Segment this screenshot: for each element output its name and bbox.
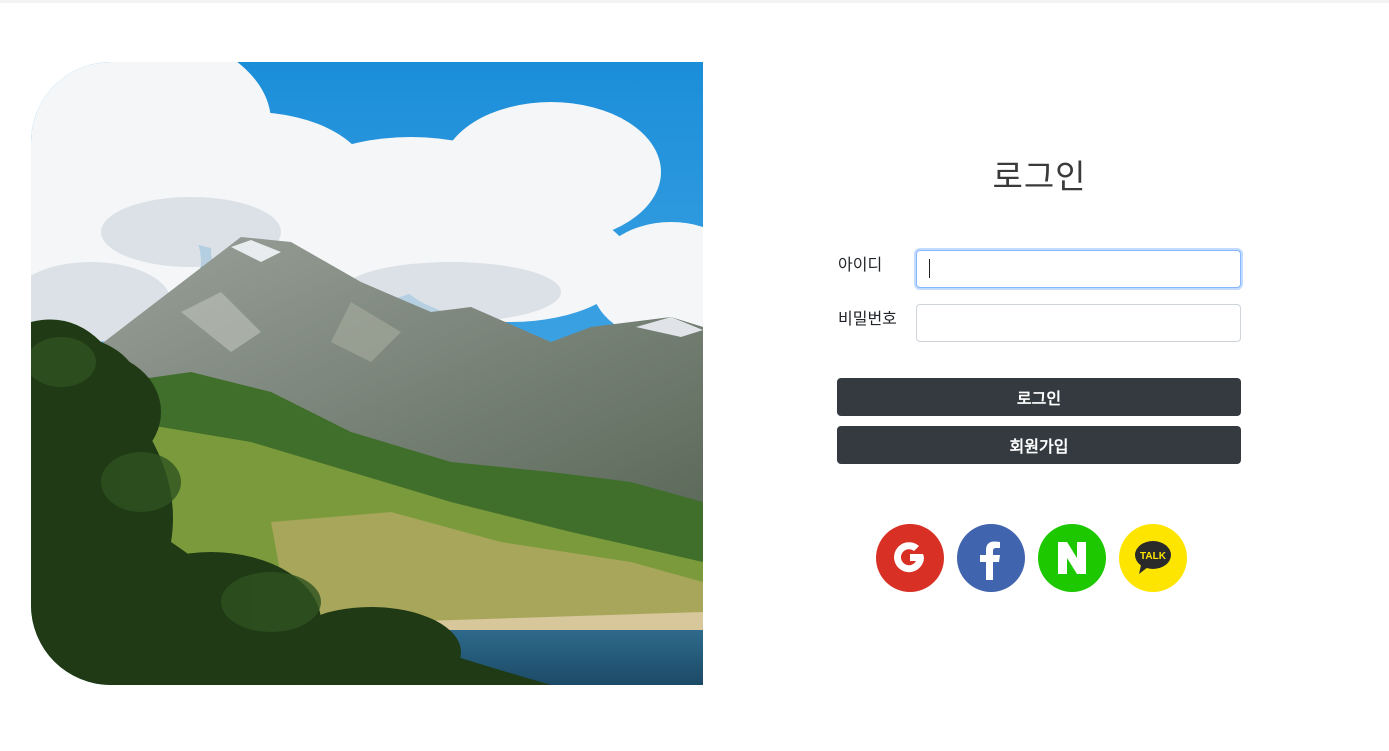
kakao-login-button[interactable]: TALK: [1119, 524, 1187, 592]
naver-icon: [1058, 542, 1086, 574]
password-input[interactable]: [916, 304, 1241, 342]
naver-login-button[interactable]: [1038, 524, 1106, 592]
google-icon: [894, 542, 924, 573]
page-title: 로그인: [992, 157, 1087, 196]
signup-button[interactable]: 회원가입: [837, 426, 1241, 464]
top-divider: [0, 0, 1389, 3]
google-login-button[interactable]: [876, 524, 944, 592]
facebook-icon: [980, 541, 1000, 580]
hero-landscape-image: [31, 62, 703, 685]
kakaotalk-icon: TALK: [1135, 541, 1171, 574]
id-input[interactable]: [916, 250, 1241, 288]
id-label: 아이디: [838, 255, 883, 274]
login-button[interactable]: 로그인: [837, 378, 1241, 416]
text-caret: [929, 259, 930, 278]
password-label: 비밀번호: [838, 309, 897, 328]
kakao-talk-text: TALK: [1140, 551, 1167, 562]
facebook-login-button[interactable]: [957, 524, 1025, 592]
